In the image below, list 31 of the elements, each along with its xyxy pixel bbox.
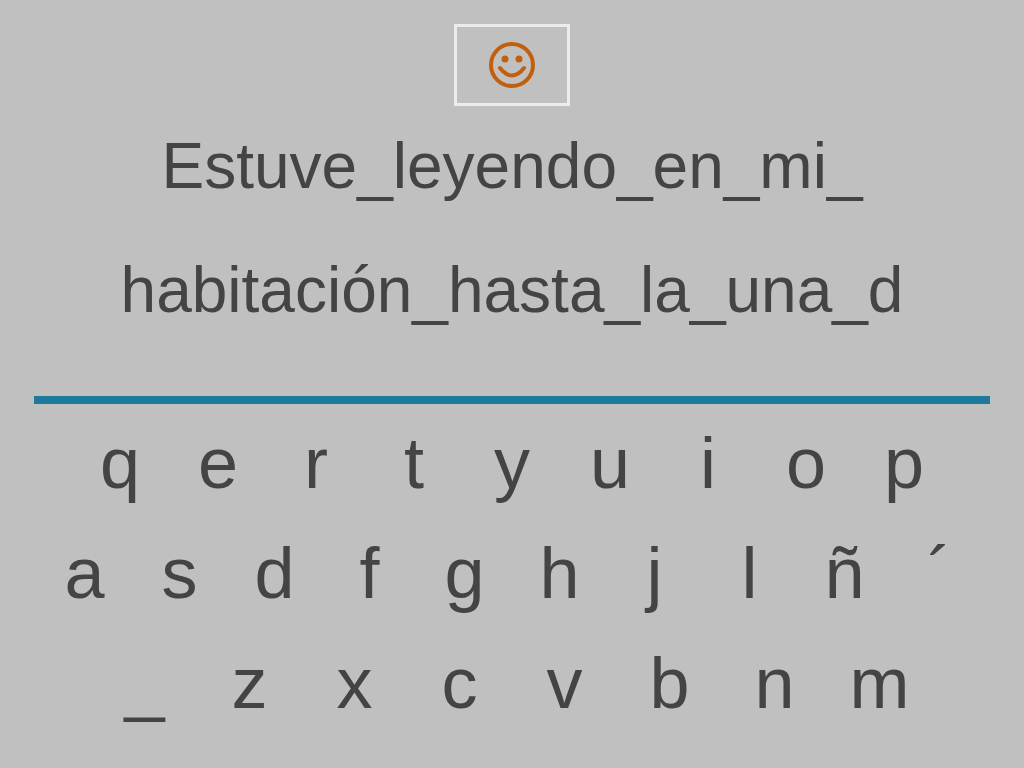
letter-key[interactable]: o (757, 418, 855, 508)
sentence-text: Estuve_leyendo_en_mi_ (161, 129, 863, 204)
letter-key[interactable]: c (407, 638, 512, 728)
letter-key[interactable]: q (71, 418, 169, 508)
letter-key[interactable]: b (617, 638, 722, 728)
letter-key[interactable]: e (169, 418, 267, 508)
letter-key[interactable]: d (227, 528, 322, 618)
letter-key[interactable]: n (722, 638, 827, 728)
hint-button[interactable] (454, 24, 570, 106)
letter-key[interactable]: x (302, 638, 407, 728)
letter-key[interactable]: r (267, 418, 365, 508)
letter-key[interactable]: f (322, 528, 417, 618)
smiley-icon (488, 41, 536, 89)
letter-key[interactable]: s (132, 528, 227, 618)
letter-key[interactable]: y (463, 418, 561, 508)
letter-key[interactable]: t (365, 418, 463, 508)
letter-key[interactable]: a (37, 528, 132, 618)
letter-key[interactable]: m (827, 638, 932, 728)
sentence-text: habitación_hasta_la_una_d (120, 253, 904, 328)
letter-key[interactable]: l (702, 528, 797, 618)
letter-key[interactable]: z (197, 638, 302, 728)
letter-key[interactable]: i (659, 418, 757, 508)
letter-key[interactable]: h (512, 528, 607, 618)
letter-key[interactable]: _ (92, 638, 197, 728)
letter-key[interactable]: j (607, 528, 702, 618)
letter-key[interactable]: p (855, 418, 953, 508)
letter-key[interactable]: ñ (797, 528, 892, 618)
letter-key[interactable]: v (512, 638, 617, 728)
letter-key[interactable]: g (417, 528, 512, 618)
letter-key[interactable]: ´ (892, 528, 987, 618)
letter-key[interactable]: u (561, 418, 659, 508)
